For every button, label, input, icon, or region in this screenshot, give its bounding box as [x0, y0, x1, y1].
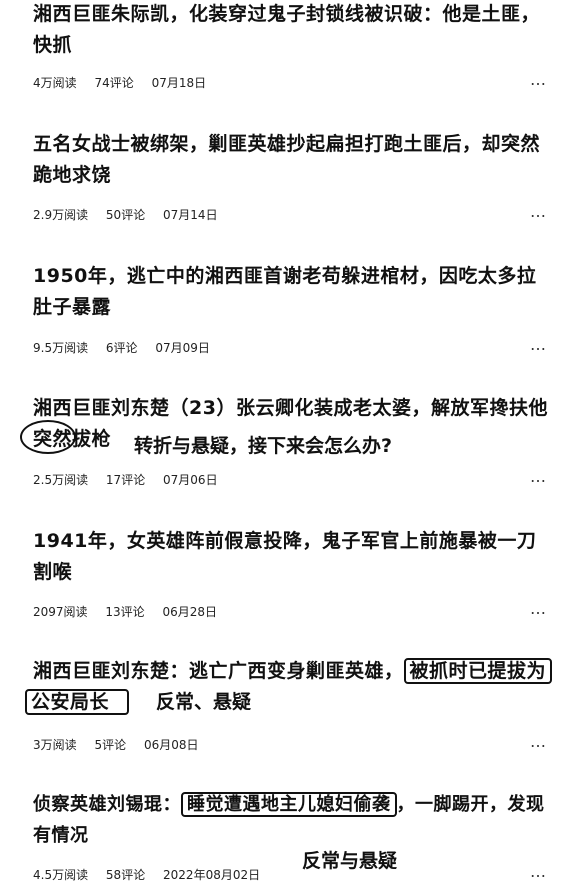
- publish-date: 2022年08月02日: [163, 868, 261, 882]
- publish-date: 06月28日: [162, 605, 218, 619]
- read-count: 2.5万阅读: [33, 473, 89, 487]
- more-options-icon[interactable]: …: [530, 70, 548, 89]
- boxed-highlight: 被抓时已提拔为: [403, 658, 553, 684]
- article-title[interactable]: 1941年，女英雄阵前假意投降，鬼子军官上前施暴被一刀割喉: [33, 526, 553, 588]
- article-meta: 3万阅读 5评论 06月08日: [33, 736, 212, 753]
- annotation-text: 反常与悬疑: [302, 850, 398, 872]
- more-options-icon[interactable]: …: [530, 467, 548, 486]
- article-meta: 4万阅读 74评论 07月18日: [33, 74, 220, 91]
- more-options-icon[interactable]: …: [530, 732, 548, 751]
- article-title-line: 湘西巨匪刘东楚：逃亡广西变身剿匪英雄， 被抓时已提拔为: [33, 656, 572, 687]
- annotation-text: 反常、悬疑: [156, 691, 252, 713]
- article-title[interactable]: 湘西巨匪朱际凯，化装穿过鬼子封锁线被识破：他是土匪，快抓: [33, 0, 553, 61]
- comment-count: 6评论: [105, 341, 138, 355]
- more-options-icon[interactable]: …: [530, 335, 548, 354]
- more-options-icon[interactable]: …: [530, 862, 548, 881]
- article-feed: 湘西巨匪朱际凯，化装穿过鬼子封锁线被识破：他是土匪，快抓 4万阅读 74评论 0…: [0, 0, 572, 894]
- read-count: 2.9万阅读: [33, 208, 89, 222]
- read-count: 9.5万阅读: [33, 341, 89, 355]
- article-title[interactable]: 湘西巨匪刘东楚：逃亡广西变身剿匪英雄， 被抓时已提拔为 公安局长: [25, 656, 572, 718]
- article-meta: 9.5万阅读 6评论 07月09日: [33, 339, 224, 356]
- annotation-circle: [20, 420, 76, 454]
- publish-date: 07月14日: [163, 208, 218, 222]
- comment-count: 58评论: [105, 868, 146, 882]
- article-meta: 2097阅读 13评论 06月28日: [33, 603, 231, 620]
- article-title[interactable]: 五名女战士被绑架，剿匪英雄抄起扁担打跑土匪后，却突然跪地求饶: [33, 129, 553, 191]
- publish-date: 07月18日: [151, 76, 207, 90]
- comment-count: 50评论: [105, 208, 146, 222]
- article-meta: 4.5万阅读 58评论 2022年08月02日: [33, 866, 274, 883]
- comment-count: 74评论: [94, 76, 134, 90]
- publish-date: 07月06日: [163, 473, 218, 487]
- comment-count: 5评论: [94, 738, 127, 752]
- publish-date: 07月09日: [155, 341, 210, 355]
- read-count: 4万阅读: [33, 76, 77, 90]
- comment-count: 17评论: [105, 473, 146, 487]
- read-count: 2097阅读: [33, 605, 88, 619]
- boxed-highlight: 睡觉遭遇地主儿媳妇偷袭: [181, 792, 397, 817]
- article-title-line: 公安局长: [25, 687, 572, 718]
- article-title[interactable]: 侦察英雄刘锡琨： 睡觉遭遇地主儿媳妇偷袭 ，一脚踢开，发现有情况: [33, 789, 553, 851]
- publish-date: 06月08日: [143, 738, 199, 752]
- read-count: 3万阅读: [33, 738, 77, 752]
- more-options-icon[interactable]: …: [530, 599, 548, 618]
- comment-count: 13评论: [105, 605, 145, 619]
- article-title[interactable]: 1950年，逃亡中的湘西匪首谢老苟躲进棺材，因吃太多拉肚子暴露: [33, 261, 553, 323]
- article-meta: 2.5万阅读 17评论 07月06日: [33, 471, 232, 488]
- more-options-icon[interactable]: …: [530, 202, 548, 221]
- read-count: 4.5万阅读: [33, 868, 89, 882]
- annotation-text: 转折与悬疑，接下来会怎么办?: [134, 435, 393, 457]
- article-meta: 2.9万阅读 50评论 07月14日: [33, 206, 232, 223]
- article-title-line: 湘西巨匪刘东楚（23）张云卿化装成老太婆，解放军搀扶他: [33, 397, 548, 419]
- boxed-highlight: 公安局长: [25, 689, 130, 715]
